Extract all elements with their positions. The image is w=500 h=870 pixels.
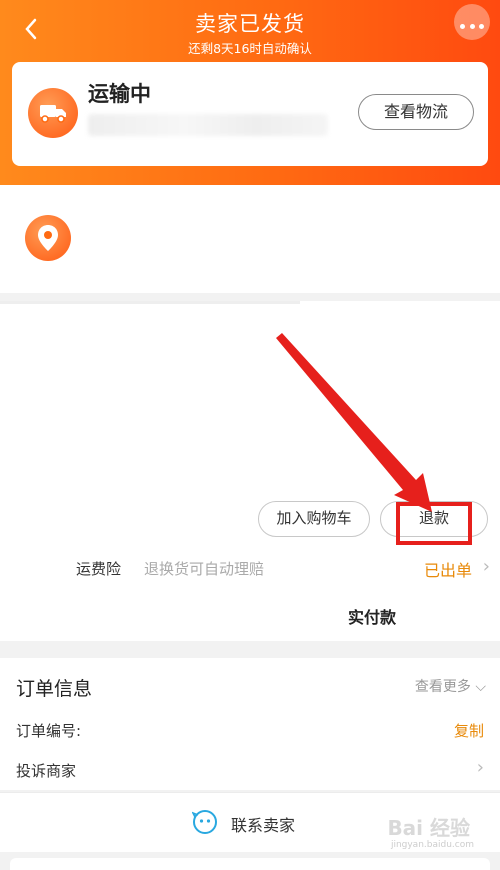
- shipping-insurance-status[interactable]: 已出单: [424, 557, 472, 581]
- order-number-label: 订单编号:: [16, 722, 82, 740]
- refund-highlight-annotation: [396, 502, 472, 545]
- view-logistics-button[interactable]: 查看物流: [358, 94, 474, 130]
- shipping-insurance-label: 运费险: [76, 560, 122, 578]
- auto-confirm-countdown: 还剩8天16时自动确认: [188, 41, 312, 56]
- chevron-down-icon: ⌵: [475, 679, 486, 695]
- shipping-status-title: 运输中: [88, 82, 151, 106]
- add-to-cart-button[interactable]: 加入购物车: [258, 501, 370, 537]
- chevron-right-icon[interactable]: ›: [477, 757, 484, 778]
- truck-icon: [28, 88, 78, 138]
- order-info-card: 订单信息 查看更多 ⌵ 订单编号: 复制 投诉商家 ›: [0, 658, 500, 790]
- product-card: 加入购物车 退款 运费险 退换货可自动理赔 已出单 › 实付款: [0, 301, 500, 641]
- order-info-title: 订单信息: [16, 678, 93, 700]
- address-card[interactable]: [0, 185, 500, 293]
- page-title: 卖家已发货: [195, 12, 305, 36]
- view-more-label: 查看更多: [414, 679, 471, 695]
- chat-face-icon: [192, 810, 217, 834]
- complain-seller-item[interactable]: 投诉商家: [16, 760, 76, 781]
- chevron-right-icon[interactable]: ›: [483, 556, 490, 577]
- bottom-strip: [0, 852, 500, 870]
- location-pin-icon: [25, 215, 71, 261]
- more-dots-icon[interactable]: [454, 4, 490, 40]
- divider: [0, 301, 300, 304]
- watermark-url: jingyan.baidu.com: [390, 840, 474, 850]
- watermark-brand: Bai 经验: [387, 816, 470, 840]
- paid-amount-label: 实付款: [348, 608, 397, 627]
- shipping-status-card[interactable]: 运输中 查看物流: [12, 62, 488, 166]
- shipping-detail-blurred: [88, 114, 328, 136]
- contact-seller-label: 联系卖家: [231, 816, 296, 835]
- shipping-insurance-description: 退换货可自动理赔: [144, 560, 265, 578]
- view-more-link[interactable]: 查看更多 ⌵: [415, 676, 486, 696]
- copy-button[interactable]: 复制: [454, 720, 484, 741]
